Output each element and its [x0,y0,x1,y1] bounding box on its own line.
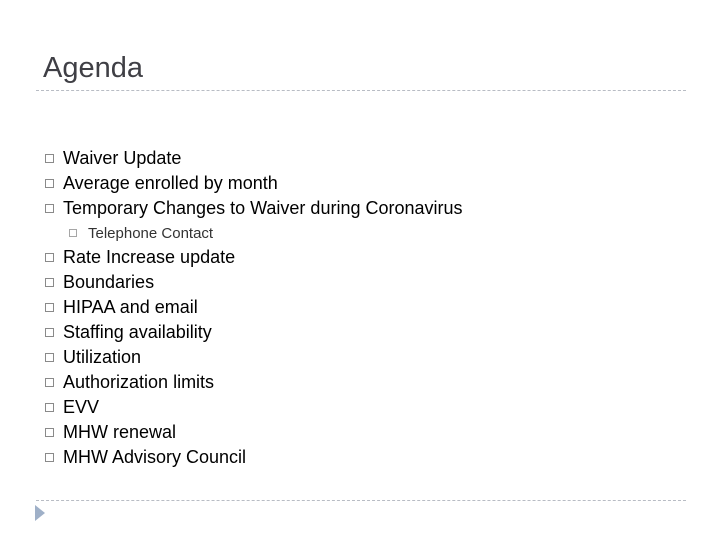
square-bullet-icon [45,253,54,262]
agenda-item: Authorization limits [45,370,463,395]
agenda-item-label: Average enrolled by month [63,173,278,193]
square-bullet-icon [69,229,77,237]
agenda-item: MHW Advisory Council [45,445,463,470]
agenda-subitem: Telephone Contact [69,221,463,245]
agenda-item: Waiver Update [45,146,463,171]
agenda-item: Average enrolled by month [45,171,463,196]
agenda-item: Staffing availability [45,320,463,345]
play-triangle-icon[interactable] [35,505,45,521]
agenda-item-label: EVV [63,397,100,417]
agenda-item: Temporary Changes to Waiver during Coron… [45,196,463,221]
agenda-item-label: Boundaries [63,272,155,292]
agenda-item: EVV [45,395,463,420]
agenda-item: Rate Increase update [45,245,463,270]
agenda-item-label: MHW renewal [63,422,177,442]
slide-title: Agenda [43,52,143,84]
agenda-item-label: HIPAA and email [63,297,198,317]
square-bullet-icon [45,353,54,362]
square-bullet-icon [45,428,54,437]
square-bullet-icon [45,154,54,163]
agenda-item: MHW renewal [45,420,463,445]
agenda-subitem-label: Telephone Contact [88,224,214,242]
title-divider [36,90,686,91]
agenda-item: HIPAA and email [45,295,463,320]
agenda-item: Utilization [45,345,463,370]
agenda-list: Waiver Update Average enrolled by month … [45,146,463,470]
square-bullet-icon [45,179,54,188]
agenda-item-label: Rate Increase update [63,247,236,267]
footer-divider [36,500,686,501]
square-bullet-icon [45,204,54,213]
square-bullet-icon [45,328,54,337]
square-bullet-icon [45,303,54,312]
square-bullet-icon [45,453,54,462]
agenda-item-label: Authorization limits [63,372,215,392]
agenda-item-label: Temporary Changes to Waiver during Coron… [63,198,463,218]
square-bullet-icon [45,403,54,412]
agenda-item-label: Utilization [63,347,142,367]
square-bullet-icon [45,378,54,387]
square-bullet-icon [45,278,54,287]
agenda-item-label: MHW Advisory Council [63,447,247,467]
agenda-item-label: Waiver Update [63,148,182,168]
agenda-item-label: Staffing availability [63,322,212,342]
agenda-item: Boundaries [45,270,463,295]
